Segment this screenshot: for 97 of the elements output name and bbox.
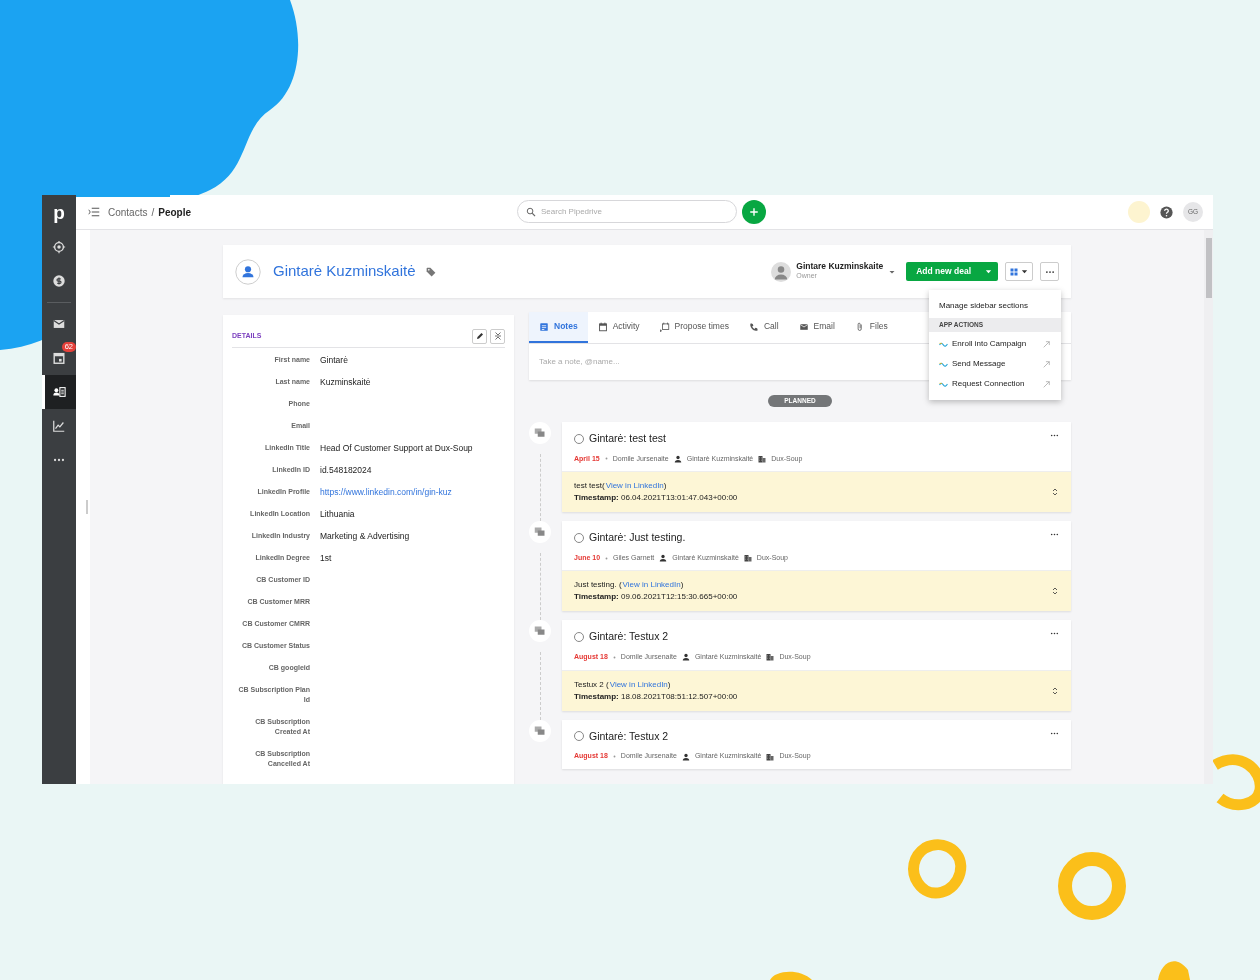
- field-value: id.548182024: [320, 465, 372, 475]
- person-icon: [681, 752, 690, 761]
- composer-tab[interactable]: Email: [788, 312, 845, 343]
- calendar-plus-icon: [659, 321, 670, 332]
- breadcrumb-item: People: [158, 205, 192, 220]
- search-input[interactable]: Search Pipedrive: [541, 205, 721, 218]
- more-button[interactable]: [1040, 262, 1059, 281]
- chat-icon: [534, 426, 546, 439]
- field-value: Gintarė: [320, 355, 348, 365]
- collapse-icon: [493, 332, 502, 340]
- composer-tab[interactable]: Activity: [587, 312, 650, 343]
- external-link-icon: [1042, 359, 1051, 369]
- building-icon: [766, 653, 775, 662]
- plus-icon: [749, 207, 759, 217]
- target-icon: [52, 240, 66, 254]
- menu-icon[interactable]: [88, 206, 100, 218]
- paint-scribble: [1158, 961, 1190, 980]
- field-value: Marketing & Advertising: [320, 531, 410, 541]
- field-value: Head Of Customer Support at Dux-Soup: [320, 443, 473, 453]
- field-value: Kuzminskaitė: [320, 377, 371, 387]
- dot-icon: [604, 457, 608, 461]
- field-value: 1st: [320, 553, 332, 563]
- calendar-icon: [597, 321, 608, 332]
- building-icon: [743, 554, 752, 563]
- contact-card-icon: [52, 385, 66, 399]
- help-icon[interactable]: [1160, 205, 1173, 219]
- scrollbar[interactable]: [1204, 230, 1213, 784]
- menu-item[interactable]: Manage sidebar sections: [929, 296, 1061, 316]
- composer-tab[interactable]: Propose times: [649, 312, 739, 343]
- paint-scribble: [1058, 852, 1126, 920]
- calendar-icon: [52, 351, 66, 365]
- activity-title: Gintarė: Testux 2: [589, 728, 669, 744]
- logo[interactable]: p: [53, 195, 65, 230]
- dollar-icon: [52, 274, 66, 288]
- activity-title: Gintarė: Testux 2: [589, 629, 669, 645]
- view-button[interactable]: [1005, 262, 1033, 281]
- phone-icon: [748, 321, 759, 332]
- building-icon: [758, 454, 767, 463]
- caret-icon: [1021, 268, 1028, 275]
- collapse-button[interactable]: [490, 328, 505, 344]
- activity-title: Gintarė: test test: [589, 430, 667, 446]
- activity-title: Gintarė: Just testing.: [589, 530, 686, 546]
- linkedin-link[interactable]: View in LinkedIn: [622, 579, 681, 592]
- mail-icon: [798, 321, 809, 332]
- chat-icon: [534, 526, 546, 539]
- composer-tab[interactable]: Call: [738, 312, 789, 343]
- paint-scribble: [908, 839, 967, 899]
- external-link-icon: [1042, 379, 1051, 389]
- note-text: Testux 2 (View in LinkedIn): [574, 678, 672, 691]
- expand-icon[interactable]: [1051, 586, 1059, 597]
- paint-scribble: [770, 971, 812, 980]
- person-icon: [673, 454, 682, 463]
- person-icon: [681, 653, 690, 662]
- breadcrumb-separator: /: [151, 205, 155, 220]
- expand-icon[interactable]: [1051, 487, 1059, 498]
- chart-icon: [52, 419, 66, 433]
- breadcrumb-item[interactable]: Contacts: [108, 204, 148, 220]
- note-icon: [539, 321, 549, 332]
- paint-scribble: [1212, 754, 1260, 811]
- pencil-icon: [475, 332, 484, 340]
- field-value: Lithuania: [320, 509, 355, 519]
- timestamp-text: Timestamp: 06.04.2021T13:01:47.043+00:00: [574, 492, 739, 505]
- owner-avatar-icon: [771, 261, 792, 282]
- add-button[interactable]: [742, 200, 766, 224]
- expand-icon[interactable]: [1051, 685, 1059, 696]
- timestamp-text: Timestamp: 09.06.2021T12:15:30.665+00:00: [574, 591, 739, 604]
- menu-item[interactable]: Enroll into Campaign: [929, 334, 1061, 354]
- menu-item[interactable]: Request Connection: [929, 374, 1061, 394]
- sidebar-item[interactable]: [42, 375, 76, 409]
- owner-name: Gintare Kuzminskaite: [796, 261, 884, 271]
- chat-icon: [534, 724, 546, 737]
- composer-tab[interactable]: Notes: [529, 312, 588, 343]
- person-icon: [659, 554, 668, 563]
- grid-icon: [1010, 267, 1018, 276]
- linkedin-link[interactable]: View in LinkedIn: [609, 678, 668, 691]
- note-text: test test(View in LinkedIn): [574, 480, 668, 493]
- composer-tab[interactable]: Files: [844, 312, 898, 343]
- linkedin-link[interactable]: View in LinkedIn: [605, 480, 664, 493]
- search-icon: [526, 206, 536, 217]
- chat-icon: [534, 625, 546, 638]
- resize-handle[interactable]: [86, 500, 88, 514]
- dot-icon: [612, 755, 616, 759]
- paperclip-icon: [854, 321, 865, 332]
- timestamp-text: Timestamp: 18.08.2021T08:51:12.507+00:00: [574, 690, 739, 703]
- caret-icon: [985, 268, 992, 275]
- building-icon: [766, 752, 775, 761]
- person-name: Gintarė Kuzminskaitė: [273, 261, 416, 282]
- external-link-icon: [1042, 339, 1051, 349]
- dot-icon: [605, 556, 609, 560]
- note-text: Just testing. (View in LinkedIn): [574, 579, 685, 592]
- profile-link[interactable]: https://www.linkedin.com/in/gin-kuz: [320, 487, 452, 497]
- menu-item[interactable]: Send Message: [929, 354, 1061, 374]
- tag-icon[interactable]: [425, 266, 436, 277]
- mail-icon: [52, 317, 66, 331]
- person-avatar-icon: [235, 258, 261, 285]
- dot-icon: [612, 655, 616, 659]
- edit-button[interactable]: [472, 328, 487, 344]
